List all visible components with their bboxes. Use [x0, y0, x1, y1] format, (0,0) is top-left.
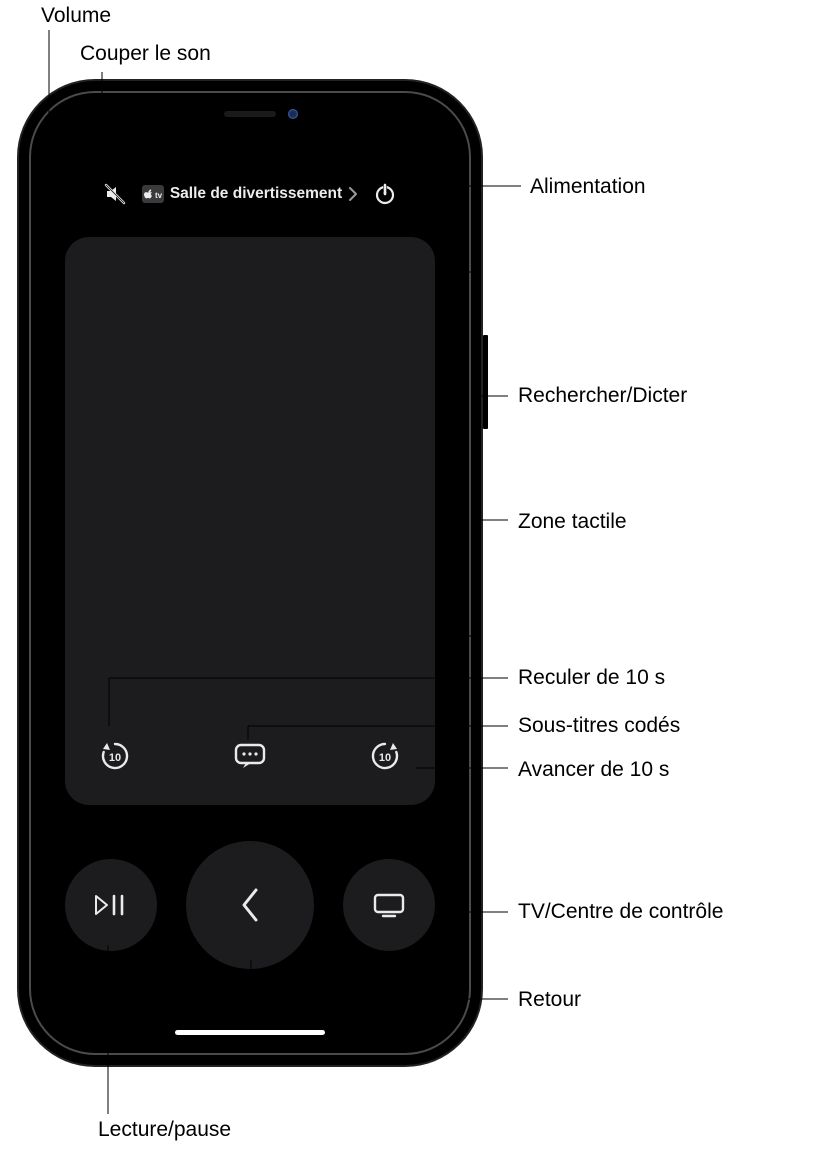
- phone-side-ringer: [17, 235, 22, 263]
- skip-forward-10-icon: 10: [367, 738, 403, 774]
- callout-power: Alimentation: [530, 175, 646, 199]
- callout-mute: Couper le son: [80, 42, 211, 66]
- mute-button[interactable]: [100, 179, 130, 209]
- device-room-label: Salle de divertissement: [170, 185, 342, 203]
- phone-speaker: [224, 111, 276, 117]
- callout-search: Rechercher/Dicter: [518, 384, 687, 408]
- appletv-badge-icon: tv: [142, 185, 164, 203]
- phone-side-volume-up: [17, 316, 22, 376]
- home-indicator: [175, 1030, 325, 1035]
- tv-icon: [372, 892, 406, 918]
- phone-side-volume-down: [17, 390, 22, 450]
- skip-back-10-icon: 10: [97, 738, 133, 774]
- touch-panel: 10 10: [65, 237, 435, 805]
- captions-icon: [232, 741, 268, 771]
- phone-frame: tv Salle de divertissement: [31, 93, 469, 1053]
- power-icon: [373, 182, 397, 206]
- callout-captions: Sous-titres codés: [518, 714, 680, 738]
- back-button[interactable]: [186, 841, 314, 969]
- svg-text:10: 10: [109, 752, 121, 764]
- bottom-button-row: [65, 841, 435, 969]
- touch-panel-row: 10 10: [65, 713, 435, 805]
- touch-surface[interactable]: [65, 237, 435, 713]
- callout-touch-area: Zone tactile: [518, 510, 627, 534]
- phone-side-power: [483, 335, 488, 429]
- phone-front-camera: [288, 109, 298, 119]
- phone-notch: [160, 99, 340, 129]
- skip-back-10-button[interactable]: 10: [91, 732, 139, 780]
- device-selector[interactable]: tv Salle de divertissement: [142, 185, 358, 203]
- callout-play-pause: Lecture/pause: [98, 1118, 231, 1142]
- chevron-left-icon: [238, 886, 262, 924]
- appletv-badge-text: tv: [155, 191, 162, 200]
- chevron-right-icon: [348, 187, 358, 201]
- tv-control-center-button[interactable]: [343, 859, 435, 951]
- captions-button[interactable]: [226, 732, 274, 780]
- remote-top-bar: tv Salle de divertissement: [37, 179, 463, 209]
- callout-volume: Volume: [41, 4, 111, 28]
- callout-back-10: Reculer de 10 s: [518, 666, 665, 690]
- svg-text:10: 10: [379, 752, 391, 764]
- skip-forward-10-button[interactable]: 10: [361, 732, 409, 780]
- play-pause-icon: [94, 893, 128, 917]
- callout-tv-cc: TV/Centre de contrôle: [518, 900, 723, 924]
- power-button[interactable]: [370, 179, 400, 209]
- callout-back: Retour: [518, 988, 581, 1012]
- speaker-mute-icon: [103, 182, 127, 206]
- phone-screen: tv Salle de divertissement: [37, 99, 463, 1047]
- play-pause-button[interactable]: [65, 859, 157, 951]
- callout-forward-10: Avancer de 10 s: [518, 758, 669, 782]
